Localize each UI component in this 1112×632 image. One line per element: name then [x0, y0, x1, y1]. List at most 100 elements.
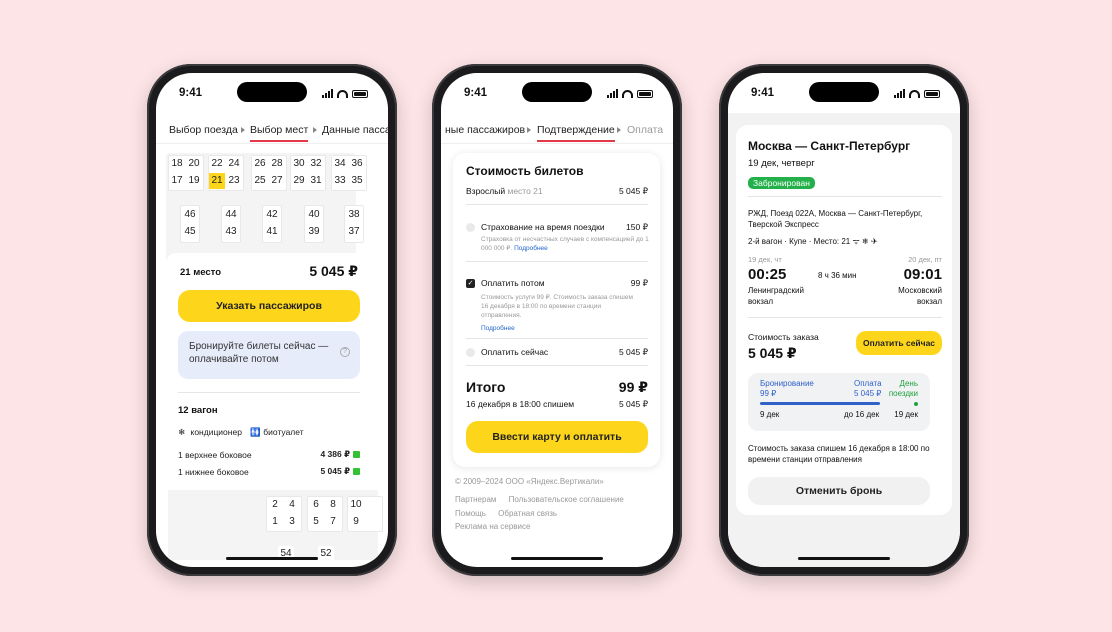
seat-type-price: 5 045 ₽ [320, 466, 360, 477]
seat[interactable]: 26 [252, 156, 268, 172]
footer-link-ads[interactable]: Реклама на сервисе [455, 522, 530, 531]
footer-link-terms[interactable]: Пользовательское соглашение [509, 495, 624, 504]
total-label: Итого [466, 379, 506, 395]
seat[interactable]: 23 [226, 173, 242, 189]
ticket-cost-card: Стоимость билетов Взрослый место 21 5 04… [453, 153, 660, 467]
pay-now-button[interactable]: Оплатить сейчас [856, 331, 942, 355]
seat[interactable]: 20 [186, 156, 202, 172]
seat[interactable]: 38 [346, 207, 362, 223]
seat[interactable]: 19 [186, 173, 202, 189]
seat[interactable]: 46 [182, 207, 198, 223]
screen: 9:41 Выбор поезда Выбор мест Данные пасс… [156, 73, 388, 567]
home-indicator [511, 556, 603, 560]
copyright: © 2009–2024 ООО «Яндекс.Вертикали» [455, 477, 604, 486]
seat[interactable]: 5 [308, 514, 324, 530]
seat[interactable]: 31 [308, 173, 324, 189]
seat[interactable]: 42 [264, 207, 280, 223]
tab-seats[interactable]: Выбор мест [250, 124, 309, 142]
total-price: 99 ₽ [618, 379, 648, 395]
charge-note: Стоимость заказа спишем 16 декабря в 18:… [748, 444, 930, 464]
more-link[interactable]: Подробнее [481, 325, 515, 332]
timeline-dot [914, 401, 918, 406]
tl-trip-day: День поездки [888, 379, 918, 398]
seat[interactable]: 7 [325, 514, 341, 530]
seat[interactable]: 24 [226, 156, 242, 172]
footer-link-feedback[interactable]: Обратная связь [498, 509, 557, 518]
train-info: РЖД, Поезд 022А, Москва — Санкт-Петербур… [748, 209, 923, 229]
dep-time: 00:25 [748, 266, 787, 283]
seat[interactable]: 52 [318, 546, 334, 562]
pay-now-label: Оплатить сейчас [481, 347, 549, 357]
seat[interactable]: 41 [264, 224, 280, 240]
seat[interactable]: 9 [348, 514, 364, 530]
adult-line: Взрослый место 21 [466, 186, 543, 196]
wifi-icon [909, 89, 920, 98]
seat[interactable]: 33 [332, 173, 348, 189]
seat[interactable]: 40 [306, 207, 322, 223]
more-link[interactable]: Подробнее [514, 245, 548, 252]
seat[interactable]: 10 [348, 497, 364, 513]
wifi-icon [622, 89, 633, 98]
seat[interactable]: 45 [182, 224, 198, 240]
seat-selected[interactable]: 21 [209, 173, 225, 189]
dep-date: 19 дек, чт [748, 255, 782, 264]
seat[interactable]: 17 [169, 173, 185, 189]
seat[interactable]: 22 [209, 156, 225, 172]
info-banner: Бронируйте билеты сейчас — оплачивайте п… [178, 331, 360, 379]
specify-passengers-button[interactable]: Указать пассажиров [178, 290, 360, 322]
arr-date: 20 дек, пт [908, 255, 942, 264]
help-icon[interactable]: ? [340, 347, 350, 357]
enter-card-pay-button[interactable]: Ввести карту и оплатить [466, 421, 648, 453]
tab-payment[interactable]: Оплата [627, 124, 663, 136]
chevron-right-icon [241, 127, 245, 133]
status-time: 9:41 [464, 87, 488, 99]
insurance-price: 150 ₽ [626, 222, 648, 232]
seat[interactable]: 25 [252, 173, 268, 189]
status-badge: Забронирован [748, 173, 815, 191]
seat[interactable]: 1 [267, 514, 283, 530]
tab-passengers[interactable]: Данные пасса [322, 124, 388, 136]
tl-date-2: до 16 дек [844, 410, 880, 419]
order-cost-label: Стоимость заказа [748, 332, 819, 342]
signal-icon [607, 89, 618, 98]
seat[interactable]: 30 [291, 156, 307, 172]
footer-link-partners[interactable]: Партнерам [455, 495, 496, 504]
seat[interactable]: 28 [269, 156, 285, 172]
tab-passengers[interactable]: ные пассажиров [445, 124, 525, 136]
charge-date: 16 декабря в 18:00 спишем [466, 399, 575, 409]
seat[interactable]: 4 [284, 497, 300, 513]
tl-payment-amount: 5 045 ₽ [854, 389, 882, 398]
seat[interactable]: 34 [332, 156, 348, 172]
seat[interactable]: 3 [284, 514, 300, 530]
seat[interactable]: 6 [308, 497, 324, 513]
battery-icon [637, 89, 653, 98]
amenities: ❄ кондиционер 🚻 биотуалет [178, 427, 304, 438]
pay-now-checkbox[interactable] [466, 348, 475, 357]
tab-confirmation[interactable]: Подтверждение [537, 124, 615, 142]
seat[interactable]: 8 [325, 497, 341, 513]
trip-date: 19 дек, четверг [748, 158, 815, 169]
seat[interactable]: 36 [349, 156, 365, 172]
seat[interactable]: 44 [223, 207, 239, 223]
seat[interactable]: 37 [346, 224, 362, 240]
seat[interactable]: 29 [291, 173, 307, 189]
cancel-booking-button[interactable]: Отменить бронь [748, 477, 930, 505]
tab-train[interactable]: Выбор поезда [169, 124, 238, 136]
screen: 9:41 Москва — Санкт-Петербург 19 дек, че… [728, 73, 960, 567]
seat-type-label: 1 нижнее боковое [178, 467, 249, 477]
seat[interactable]: 43 [223, 224, 239, 240]
seat[interactable]: 2 [267, 497, 283, 513]
seat[interactable]: 35 [349, 173, 365, 189]
seat[interactable]: 18 [169, 156, 185, 172]
seat[interactable]: 27 [269, 173, 285, 189]
seat[interactable]: 32 [308, 156, 324, 172]
pay-later-desc: Стоимость услуги 99 ₽. Стоимость заказа … [481, 294, 633, 319]
signal-icon [322, 89, 333, 98]
home-indicator [798, 556, 890, 560]
footer-link-help[interactable]: Помощь [455, 509, 486, 518]
seat[interactable]: 39 [306, 224, 322, 240]
insurance-checkbox[interactable] [466, 223, 475, 232]
available-marker [353, 451, 360, 459]
dep-station: Ленинградский вокзал [748, 286, 804, 306]
pay-later-checkbox[interactable]: ✓ [466, 279, 475, 288]
